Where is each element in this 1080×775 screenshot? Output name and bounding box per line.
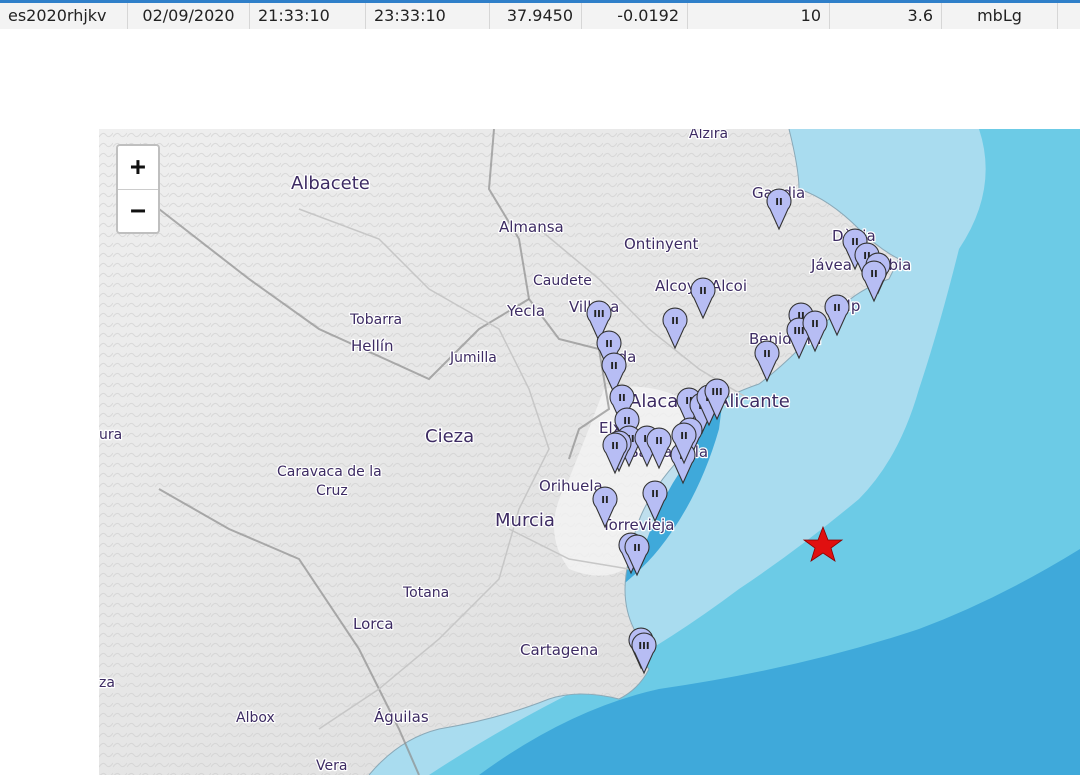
- intensity-pin-label: III: [593, 309, 604, 320]
- cell-date: 02/09/2020: [128, 3, 250, 29]
- zoom-in-button[interactable]: +: [118, 146, 158, 190]
- earthquake-table-row: es2020rhjkv 02/09/2020 21:33:10 23:33:10…: [0, 0, 1080, 30]
- intensity-pin-label: III: [793, 326, 804, 337]
- label-lorca: Lorca: [353, 615, 394, 633]
- label-alcoy: Alcoy: [655, 277, 696, 295]
- label-almansa: Almansa: [499, 218, 564, 236]
- intensity-pin-label: II: [833, 303, 840, 314]
- intensity-pin-label: II: [651, 489, 658, 500]
- intensity-pin-label: II: [655, 436, 662, 447]
- label-orihuela: Orihuela: [539, 477, 603, 495]
- cell-longitude: -0.0192: [582, 3, 688, 29]
- label-vera: Vera: [316, 758, 347, 774]
- label-ontinyent: Ontinyent: [624, 235, 698, 253]
- intensity-pin-label: II: [870, 269, 877, 280]
- label-javea: Jávea: [810, 256, 852, 274]
- label-cieza: Cieza: [425, 426, 474, 447]
- label-frag-ura: ura: [99, 427, 122, 443]
- intensity-pin-label: II: [610, 361, 617, 372]
- label-aguilas: Águilas: [374, 707, 429, 726]
- cell-magnitude-type: mbLg: [942, 3, 1058, 29]
- label-alcoi: Alcoi: [711, 277, 747, 295]
- label-murcia: Murcia: [495, 510, 555, 531]
- label-frag-za: za: [99, 675, 115, 691]
- intensity-pin-label: II: [601, 495, 608, 506]
- label-alzira: Alzira: [689, 129, 728, 142]
- label-caudete: Caudete: [533, 273, 592, 289]
- zoom-control: + −: [116, 144, 160, 234]
- intensity-pin-label: II: [851, 237, 858, 248]
- cell-latitude: 37.9450: [490, 3, 582, 29]
- intensity-pin-label: II: [763, 349, 770, 360]
- cell-time-utc: 21:33:10: [250, 3, 366, 29]
- cell-time-local: 23:33:10: [366, 3, 490, 29]
- intensity-pin-label: II: [605, 339, 612, 350]
- label-caravaca-2: Cruz: [316, 483, 348, 499]
- intensity-pin-label: II: [699, 286, 706, 297]
- label-albacete: Albacete: [291, 173, 370, 194]
- cell-magnitude: 3.6: [830, 3, 942, 29]
- cell-event-id[interactable]: es2020rhjkv: [0, 3, 128, 29]
- label-caravaca: Caravaca de la: [277, 464, 382, 480]
- intensity-pin-label: III: [638, 641, 649, 652]
- intensity-map[interactable]: Alzira Albacete Almansa Ontinyent Gandia…: [99, 129, 1080, 775]
- cell-more: [1058, 3, 1080, 29]
- intensity-pin-label: II: [775, 197, 782, 208]
- intensity-pin-label: II: [618, 393, 625, 404]
- intensity-pin-label: II: [671, 316, 678, 327]
- intensity-pin-label: II: [633, 543, 640, 554]
- label-torrevieja: Torrevieja: [601, 516, 674, 534]
- label-hellin: Hellín: [351, 337, 394, 355]
- cell-depth: 10: [688, 3, 830, 29]
- label-jumilla: Jumilla: [449, 350, 497, 366]
- label-totana: Totana: [402, 585, 449, 601]
- intensity-pin-label: II: [623, 416, 630, 427]
- zoom-out-button[interactable]: −: [118, 190, 158, 232]
- label-yecla: Yecla: [506, 302, 545, 320]
- intensity-pin-label: II: [611, 441, 618, 452]
- intensity-pin-label: III: [711, 387, 722, 398]
- map-canvas[interactable]: Alzira Albacete Almansa Ontinyent Gandia…: [99, 129, 1080, 775]
- label-tobarra: Tobarra: [349, 312, 402, 328]
- label-albox: Albox: [236, 710, 275, 726]
- intensity-pin-label: II: [680, 431, 687, 442]
- label-cartagena: Cartagena: [520, 641, 598, 659]
- intensity-pin-label: II: [811, 319, 818, 330]
